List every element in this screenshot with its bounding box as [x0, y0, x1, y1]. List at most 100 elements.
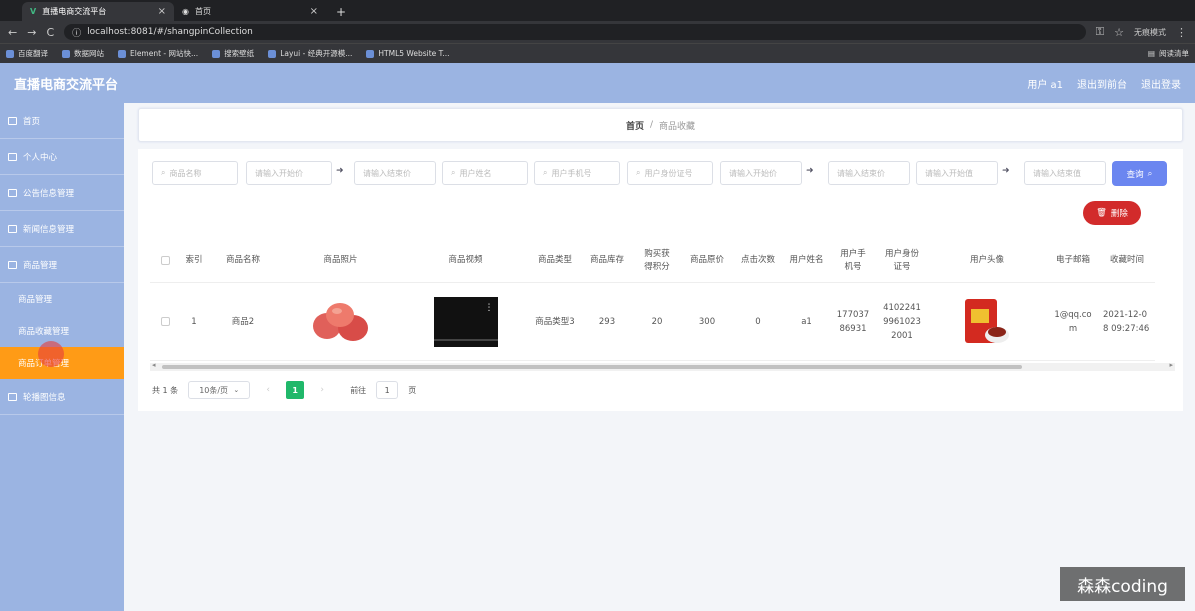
- idcard-input[interactable]: ⌕ 用户身份证号: [627, 161, 713, 185]
- page-size-value: 10条/页: [199, 385, 229, 395]
- input-placeholder: 用户身份证号: [644, 168, 693, 178]
- bookmark[interactable]: Layui - 经典开源模...: [268, 48, 352, 59]
- phone-input[interactable]: ⌕ 用户手机号: [534, 161, 620, 185]
- table-header: 商品照片: [278, 239, 403, 283]
- scroll-right-icon[interactable]: ▸: [1169, 361, 1173, 369]
- logout-link[interactable]: 退出登录: [1141, 76, 1181, 91]
- sidebar-item-profile[interactable]: 个人中心: [0, 139, 124, 175]
- delete-button[interactable]: 🗑 删除: [1083, 201, 1141, 225]
- price2-start-input[interactable]: 请输入开始价: [720, 161, 802, 185]
- incognito-label[interactable]: 无痕模式: [1134, 27, 1166, 38]
- value-end-input[interactable]: 请输入结束值: [1024, 161, 1106, 185]
- sidebar-item-home[interactable]: 首页: [0, 103, 124, 139]
- forward-icon[interactable]: →: [27, 26, 36, 39]
- sidebar-item-label: 个人中心: [23, 152, 58, 163]
- cell-points: 20: [632, 283, 682, 361]
- price-end-input[interactable]: 请输入结束价: [354, 161, 436, 185]
- sidebar-item-news[interactable]: 新闻信息管理: [0, 211, 124, 247]
- breadcrumb-separator: /: [649, 120, 654, 130]
- close-icon[interactable]: ×: [158, 6, 166, 17]
- range-arrow-icon: ➜: [336, 166, 344, 176]
- bookmark-label: HTML5 Website T...: [378, 49, 450, 58]
- scrollbar-thumb[interactable]: [162, 365, 1022, 369]
- close-icon[interactable]: ×: [310, 6, 318, 17]
- sidebar-item-goods[interactable]: 商品管理: [0, 247, 124, 283]
- bookmark[interactable]: 数据网站: [62, 48, 104, 59]
- vue-icon: V: [30, 7, 37, 16]
- video-menu-icon[interactable]: ⋮: [485, 301, 494, 315]
- goto-label: 前往: [350, 385, 367, 395]
- bookmark[interactable]: 搜索壁纸: [212, 48, 254, 59]
- query-button[interactable]: 查询 ⌕: [1112, 161, 1167, 186]
- page-number[interactable]: 1: [286, 381, 305, 399]
- reload-icon[interactable]: C: [46, 26, 54, 39]
- prev-page-button[interactable]: ‹: [260, 382, 276, 398]
- input-placeholder: 请输入结束价: [837, 168, 885, 178]
- bookmark-icon: [118, 49, 126, 58]
- reading-list[interactable]: ▤ 阅读清单: [1148, 48, 1189, 59]
- goods-name-input[interactable]: ⌕ 商品名称: [152, 161, 238, 185]
- tab-home[interactable]: ◉ 首页 ×: [174, 2, 326, 21]
- row-select[interactable]: [150, 283, 180, 361]
- new-tab-button[interactable]: +: [328, 2, 348, 21]
- table-panel: ⌕ 商品名称 请输入开始价 ➜ 请输入结束价 ⌕ 用户姓名 ⌕ 用户手机号 ⌕ 用户身份…: [138, 149, 1183, 411]
- page-size-select[interactable]: 10条/页 ⌄: [188, 381, 251, 399]
- info-icon: ⓘ: [72, 28, 82, 39]
- bookmark-label: 百度翻译: [18, 49, 48, 58]
- cell-stock: 293: [582, 283, 632, 361]
- table-horizontal-scrollbar[interactable]: ◂ ▸: [150, 361, 1175, 371]
- key-icon[interactable]: ⚿: [1096, 25, 1104, 39]
- address-bar: ← → C ⓘ localhost:8081/#/shangpinCollect…: [0, 21, 1195, 43]
- select-all-checkbox[interactable]: [160, 256, 170, 265]
- scroll-left-icon[interactable]: ◂: [152, 361, 156, 369]
- url-field[interactable]: ⓘ localhost:8081/#/shangpinCollection: [64, 24, 1086, 40]
- username-input[interactable]: ⌕ 用户姓名: [442, 161, 528, 185]
- delete-label: 删除: [1110, 209, 1128, 219]
- reading-list-icon: ▤: [1147, 49, 1155, 58]
- sidebar-item-notices[interactable]: 公告信息管理: [0, 175, 124, 211]
- table-header: 商品库存: [582, 239, 632, 283]
- table-header: 电子邮箱: [1047, 239, 1099, 283]
- sidebar-subitem-collection[interactable]: 商品收藏管理: [0, 315, 124, 347]
- video-progress-bar[interactable]: [433, 338, 498, 341]
- main-content: 首页 / 商品收藏 ⌕ 商品名称 请输入开始价 ➜ 请输入结束价 ⌕ 用户姓名 ⌕ 用…: [124, 103, 1195, 611]
- sidebar-item-carousel[interactable]: 轮播图信息: [0, 379, 124, 415]
- search-icon: ⌕: [636, 168, 641, 177]
- star-icon[interactable]: ☆: [1114, 26, 1124, 39]
- input-placeholder: 请输入结束值: [1033, 168, 1081, 178]
- chevron-down-icon: ⌄: [233, 386, 240, 394]
- bookmark-icon: [366, 49, 375, 58]
- goto-page-input[interactable]: 1: [376, 381, 399, 399]
- header-select[interactable]: [150, 239, 180, 283]
- bookmark-icon: [268, 49, 277, 58]
- back-to-front-link[interactable]: 退出到前台: [1077, 76, 1127, 91]
- sidebar-item-label: 公告信息管理: [23, 188, 75, 199]
- video-player[interactable]: ⋮: [433, 296, 498, 347]
- table-header: 用户手机号: [829, 239, 877, 283]
- tab-label: 直播电商交流平台: [42, 7, 107, 16]
- input-placeholder: 用户姓名: [459, 168, 492, 178]
- collection-table: 索引 商品名称 商品照片 商品视频 商品类型 商品库存 购买获得积分 商品原价 …: [150, 239, 1175, 363]
- cell-avatar: [927, 283, 1047, 361]
- next-page-button[interactable]: ›: [314, 382, 330, 398]
- price-start-input[interactable]: 请输入开始价: [246, 161, 332, 185]
- search-icon: ⌕: [451, 168, 456, 177]
- bookmark[interactable]: 百度翻译: [6, 48, 48, 59]
- bookmark-icon: [212, 49, 221, 58]
- back-icon[interactable]: ←: [8, 26, 17, 39]
- input-placeholder: 请输入结束价: [363, 168, 411, 178]
- value-start-input[interactable]: 请输入开始值: [916, 161, 998, 185]
- price2-end-input[interactable]: 请输入结束价: [828, 161, 910, 185]
- sidebar-item-label: 商品管理: [23, 260, 58, 271]
- cursor-highlight: [38, 341, 64, 367]
- menu-icon[interactable]: ⋮: [1176, 26, 1187, 39]
- sidebar-subitem-goods[interactable]: 商品管理: [0, 283, 124, 315]
- bookmark[interactable]: Element - 网站快...: [118, 48, 198, 59]
- row-checkbox[interactable]: [160, 317, 170, 326]
- tab-label: 首页: [194, 7, 211, 16]
- table-header: 点击次数: [732, 239, 784, 283]
- breadcrumb-home[interactable]: 首页: [626, 119, 644, 132]
- tab-app[interactable]: V 直播电商交流平台 ×: [22, 2, 174, 21]
- bookmark[interactable]: HTML5 Website T...: [366, 49, 450, 58]
- pagination: 共 1 条 10条/页 ⌄ ‹ 1 › 前往 1 页: [152, 381, 416, 399]
